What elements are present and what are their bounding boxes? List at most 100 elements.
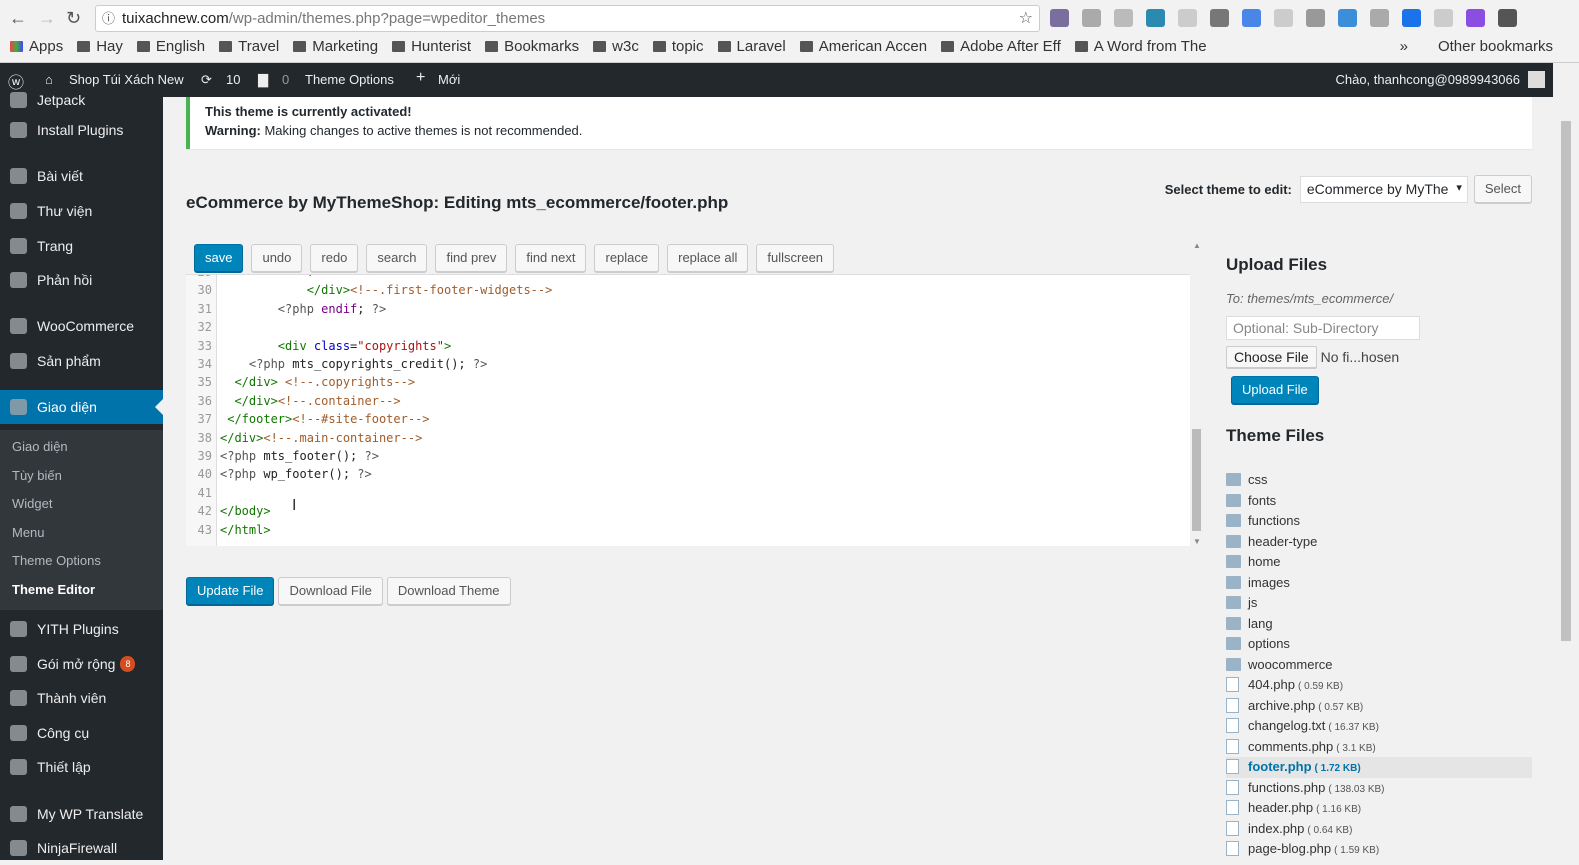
new-link[interactable]: Mới bbox=[438, 72, 460, 87]
sidebar-item[interactable]: Sản phẩm bbox=[0, 344, 163, 378]
extension-icon[interactable] bbox=[1242, 9, 1261, 27]
sidebar-item[interactable]: YITH Plugins bbox=[0, 612, 163, 646]
toolbar-fullscreen-button[interactable]: fullscreen bbox=[756, 244, 835, 272]
subdirectory-input[interactable]: Optional: Sub-Directory bbox=[1226, 316, 1420, 340]
extension-icon[interactable] bbox=[1210, 9, 1229, 27]
info-icon[interactable]: ⓘ bbox=[102, 6, 115, 31]
extension-icon[interactable] bbox=[1274, 9, 1293, 27]
bookmark-item[interactable]: A Word from The bbox=[1074, 38, 1207, 55]
sidebar-item[interactable]: Install Plugins bbox=[0, 113, 163, 147]
more-bookmarks[interactable]: » bbox=[1400, 38, 1408, 55]
sidebar-item[interactable]: WooCommerce bbox=[0, 309, 163, 343]
theme-file-item[interactable]: page-blog.php( 1.59 KB) bbox=[1226, 839, 1532, 860]
toolbar-save-button[interactable]: save bbox=[194, 244, 244, 272]
bookmark-item[interactable]: Hunterist bbox=[392, 38, 471, 55]
bookmark-item[interactable]: Apps bbox=[10, 38, 63, 55]
theme-file-item[interactable]: 404.php( 0.59 KB) bbox=[1226, 675, 1532, 696]
theme-file-item[interactable]: index.php( 0.64 KB) bbox=[1226, 819, 1532, 840]
toolbar-find-next-button[interactable]: find next bbox=[515, 244, 587, 272]
toolbar-replace-all-button[interactable]: replace all bbox=[667, 244, 749, 272]
extension-icon[interactable] bbox=[1370, 9, 1389, 27]
theme-file-item[interactable]: js bbox=[1226, 593, 1532, 614]
bookmark-item[interactable]: Marketing bbox=[293, 38, 378, 55]
toolbar-replace-button[interactable]: replace bbox=[594, 244, 660, 272]
sidebar-item[interactable]: Thiết lập bbox=[0, 750, 163, 784]
sidebar-item[interactable]: Giao diện bbox=[0, 390, 163, 424]
theme-file-item[interactable]: home bbox=[1226, 552, 1532, 573]
bookmark-item[interactable]: Travel bbox=[219, 38, 279, 55]
theme-file-item[interactable]: comments.php( 3.1 KB) bbox=[1226, 737, 1532, 758]
account-link[interactable]: Chào, thanhcong@0989943066 bbox=[1335, 72, 1520, 87]
submenu-item[interactable]: Menu bbox=[12, 525, 45, 540]
forward-icon[interactable]: → bbox=[38, 8, 56, 29]
sidebar-item[interactable]: Trang bbox=[0, 229, 163, 263]
theme-file-item[interactable]: options bbox=[1226, 634, 1532, 655]
theme-file-item[interactable]: images bbox=[1226, 573, 1532, 594]
theme-file-item[interactable]: archive.php( 0.57 KB) bbox=[1226, 696, 1532, 717]
sidebar-item[interactable]: Thành viên bbox=[0, 681, 163, 715]
editor-scrollbar[interactable]: ▲ ▼ bbox=[1190, 241, 1204, 546]
sidebar-item[interactable]: Bài viết bbox=[0, 159, 163, 193]
extension-icon[interactable] bbox=[1178, 9, 1197, 27]
choose-file-button[interactable]: Choose File bbox=[1226, 346, 1317, 368]
theme-file-item[interactable]: fonts bbox=[1226, 491, 1532, 512]
extension-icon[interactable] bbox=[1402, 9, 1421, 27]
toolbar-undo-button[interactable]: undo bbox=[251, 244, 303, 272]
theme-file-item[interactable]: footer.php( 1.72 KB) bbox=[1226, 757, 1532, 778]
extension-icon[interactable] bbox=[1146, 9, 1165, 27]
theme-select[interactable]: eCommerce by MyThe bbox=[1299, 175, 1468, 203]
extension-icon[interactable] bbox=[1466, 9, 1485, 27]
sidebar-item[interactable]: Thư viện bbox=[0, 194, 163, 228]
other-bookmarks[interactable]: » Other bookmarks bbox=[1400, 38, 1553, 55]
bookmark-item[interactable]: English bbox=[136, 38, 205, 55]
page-scrollbar[interactable] bbox=[1553, 97, 1579, 860]
comments-count[interactable]: 0 bbox=[282, 72, 289, 87]
theme-file-item[interactable]: changelog.txt( 16.37 KB) bbox=[1226, 716, 1532, 737]
bookmark-item[interactable]: Adobe After Eff bbox=[941, 38, 1061, 55]
bookmark-item[interactable]: Laravel bbox=[717, 38, 786, 55]
extension-icon[interactable] bbox=[1434, 9, 1453, 27]
download-file-button[interactable]: Download File bbox=[278, 577, 383, 605]
submenu-item[interactable]: Giao diện bbox=[12, 439, 68, 454]
editor-scroll-thumb[interactable] bbox=[1192, 429, 1201, 531]
back-icon[interactable]: ← bbox=[9, 8, 27, 29]
reload-icon[interactable]: ↻ bbox=[66, 8, 81, 29]
code-area[interactable]: 29 ?>30 </div><!--.first-footer-widgets-… bbox=[186, 275, 1190, 546]
avatar[interactable] bbox=[1528, 71, 1545, 88]
theme-file-item[interactable]: lang bbox=[1226, 614, 1532, 635]
sidebar-item[interactable]: My WP Translate bbox=[0, 797, 163, 831]
upload-file-button[interactable]: Upload File bbox=[1231, 376, 1319, 404]
theme-file-item[interactable]: functions bbox=[1226, 511, 1532, 532]
address-bar[interactable]: ⓘ tuixachnew.com/wp-admin/themes.php?pag… bbox=[95, 5, 1040, 32]
download-theme-button[interactable]: Download Theme bbox=[386, 577, 511, 605]
theme-options-link[interactable]: Theme Options bbox=[305, 72, 394, 87]
toolbar-find-prev-button[interactable]: find prev bbox=[435, 244, 508, 272]
extension-icon[interactable] bbox=[1338, 9, 1357, 27]
extension-icon[interactable] bbox=[1050, 9, 1069, 27]
sidebar-item[interactable]: Gói mở rộng 8 bbox=[0, 647, 163, 681]
extension-icon[interactable] bbox=[1498, 9, 1517, 27]
bookmark-item[interactable]: Bookmarks bbox=[485, 38, 579, 55]
submenu-item[interactable]: Widget bbox=[12, 496, 52, 511]
select-theme-button[interactable]: Select bbox=[1473, 175, 1532, 203]
extension-icon[interactable] bbox=[1306, 9, 1325, 27]
submenu-item[interactable]: Theme Options bbox=[12, 553, 101, 568]
submenu-item[interactable]: Tùy biến bbox=[12, 468, 62, 483]
theme-file-item[interactable]: woocommerce bbox=[1226, 655, 1532, 676]
bookmark-item[interactable]: topic bbox=[652, 38, 704, 55]
bookmark-star-icon[interactable]: ☆ bbox=[1019, 6, 1033, 31]
theme-file-item[interactable]: header-type bbox=[1226, 532, 1532, 553]
extension-icon[interactable] bbox=[1114, 9, 1133, 27]
theme-file-item[interactable]: css bbox=[1226, 470, 1532, 491]
bookmark-item[interactable]: Hay bbox=[77, 38, 123, 55]
theme-file-item[interactable]: functions.php( 138.03 KB) bbox=[1226, 778, 1532, 799]
bookmark-item[interactable]: American Accen bbox=[799, 38, 927, 55]
toolbar-search-button[interactable]: search bbox=[366, 244, 428, 272]
sidebar-item[interactable]: Jetpack bbox=[0, 83, 163, 117]
update-file-button[interactable]: Update File bbox=[186, 577, 275, 605]
bookmark-item[interactable]: w3c bbox=[593, 38, 639, 55]
page-scroll-thumb[interactable] bbox=[1561, 121, 1571, 641]
toolbar-redo-button[interactable]: redo bbox=[310, 244, 359, 272]
updates-count[interactable]: 10 bbox=[226, 72, 240, 87]
extension-icon[interactable] bbox=[1082, 9, 1101, 27]
